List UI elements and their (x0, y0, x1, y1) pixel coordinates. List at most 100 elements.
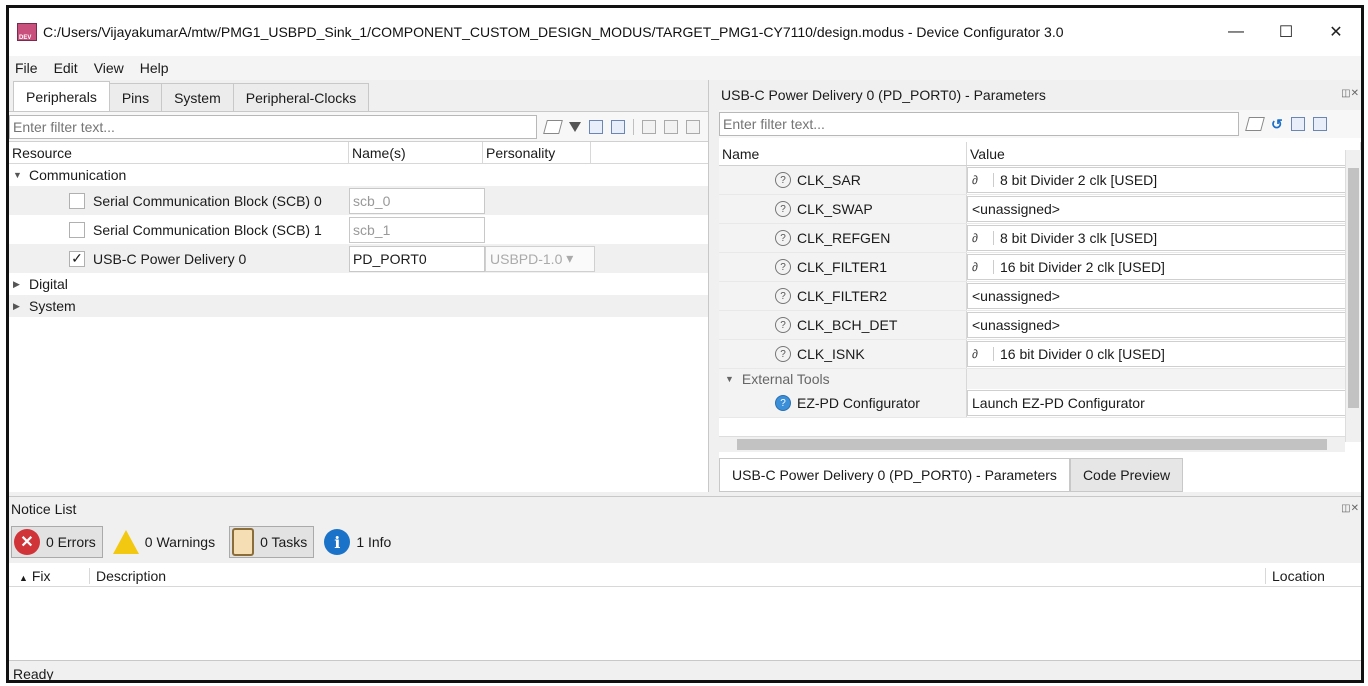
collapse-all-icon[interactable] (1290, 117, 1305, 131)
menu-view[interactable]: View (94, 60, 124, 76)
cut-icon[interactable] (642, 119, 656, 134)
param-row[interactable]: ? EZ-PD Configurator Launch EZ-PD Configu… (719, 389, 1361, 418)
panel-float-close-icon[interactable]: ◫✕ (1341, 88, 1359, 99)
maximize-button[interactable]: ☐ (1261, 8, 1311, 56)
link-icon[interactable]: ∂ (972, 173, 994, 187)
collapsed-arrow-icon[interactable]: ▶ (13, 279, 23, 290)
param-value-select[interactable]: <unassigned>▼ (967, 196, 1361, 222)
personality-column-header[interactable]: Personality (483, 142, 591, 163)
fix-column-header[interactable]: ▲ Fix (9, 568, 89, 584)
scroll-thumb[interactable] (737, 439, 1327, 450)
minimize-button[interactable]: — (1211, 8, 1261, 56)
clear-filter-icon[interactable] (543, 119, 563, 134)
param-value-select[interactable]: ∂8 bit Divider 3 clk [USED]▼ (967, 225, 1361, 251)
help-icon[interactable]: ? (775, 317, 791, 333)
param-row[interactable]: ?CLK_ISNK ∂16 bit Divider 0 clk [USED]▼ (719, 340, 1361, 369)
collapse-all-icon[interactable] (589, 119, 603, 134)
personality-select[interactable]: USBPD-1.0 ▾ (485, 245, 595, 272)
vertical-scrollbar[interactable] (1345, 150, 1361, 442)
param-value-select[interactable]: <unassigned>▼ (967, 312, 1361, 338)
launch-ezpd-button[interactable]: Launch EZ-PD Configurator (967, 390, 1361, 416)
param-value: 8 bit Divider 2 clk [USED] (1000, 172, 1158, 188)
link-icon[interactable]: ∂ (972, 231, 994, 245)
enable-checkbox[interactable] (69, 221, 85, 238)
tab-code-preview[interactable]: Code Preview (1069, 458, 1184, 492)
resource-row[interactable]: Serial Communication Block (SCB) 0 scb_0 (9, 186, 708, 215)
peripherals-panel: Peripherals Pins System Peripheral-Clock… (9, 80, 709, 492)
names-column-header[interactable]: Name(s) (349, 142, 483, 163)
paste-icon[interactable] (686, 119, 700, 134)
enable-checkbox[interactable] (69, 192, 85, 209)
param-value-select[interactable]: <unassigned>▼ (967, 283, 1361, 309)
group-system[interactable]: ▶ System (9, 295, 708, 317)
location-column-header[interactable]: Location (1265, 567, 1361, 584)
tab-parameters[interactable]: USB-C Power Delivery 0 (PD_PORT0) - Para… (719, 458, 1070, 492)
help-icon[interactable]: ? (775, 201, 791, 217)
menu-help[interactable]: Help (140, 60, 169, 76)
expand-arrow-icon[interactable]: ▼ (13, 170, 23, 180)
enable-checkbox[interactable]: ✓ (69, 250, 85, 267)
resource-name-field[interactable]: scb_0 (349, 187, 485, 214)
param-row[interactable]: ? CLK_FILTER1 ∂ 16 bit Divider 2 clk [USED… (719, 253, 1361, 282)
tab-peripherals[interactable]: Peripherals (13, 81, 110, 111)
param-value-column-header[interactable]: Value (967, 142, 1361, 165)
errors-filter-button[interactable]: ✕ 0 Errors (11, 526, 103, 558)
param-value: <unassigned> (972, 201, 1060, 217)
clear-filter-icon[interactable] (1245, 117, 1265, 131)
collapsed-arrow-icon[interactable]: ▶ (13, 301, 23, 312)
tasks-filter-button[interactable]: 0 Tasks (229, 526, 315, 558)
info-filter-button[interactable]: i 1 Info (322, 526, 397, 558)
param-row[interactable]: ? CLK_FILTER2 <unassigned>▼ (719, 282, 1361, 311)
refresh-icon[interactable]: ↺ (1271, 116, 1283, 133)
param-value-select[interactable]: ∂8 bit Divider 2 clk [USED]▼ (967, 167, 1361, 193)
param-row[interactable]: ? CLK_BCH_DET <unassigned>▼ (719, 311, 1361, 340)
tab-peripheral-clocks[interactable]: Peripheral-Clocks (232, 83, 370, 111)
param-value: 16 bit Divider 0 clk [USED] (1000, 346, 1165, 362)
close-button[interactable]: ✕ (1311, 8, 1361, 56)
copy-icon[interactable] (664, 119, 678, 134)
resource-name-field[interactable]: scb_1 (349, 216, 485, 243)
help-icon[interactable]: ? (775, 230, 791, 246)
help-icon[interactable]: ? (775, 346, 791, 362)
parameters-header: Name Value (719, 142, 1361, 166)
param-row[interactable]: ?CLK_SAR ∂8 bit Divider 2 clk [USED]▼ (719, 166, 1361, 195)
link-icon[interactable]: ∂ (972, 347, 994, 361)
param-name-column-header[interactable]: Name (719, 142, 967, 165)
param-row[interactable]: ? CLK_SWAP <unassigned>▼ (719, 195, 1361, 224)
link-icon[interactable]: ∂ (972, 260, 994, 274)
param-name: CLK_BCH_DET (797, 317, 898, 333)
menu-edit[interactable]: Edit (54, 60, 78, 76)
param-value-select[interactable]: ∂16 bit Divider 2 clk [USED]▼ (967, 254, 1361, 280)
param-row[interactable]: ?CLK_REFGEN ∂8 bit Divider 3 clk [USED]▼ (719, 224, 1361, 253)
resource-row[interactable]: Serial Communication Block (SCB) 1 scb_1 (9, 215, 708, 244)
resource-name-field[interactable]: PD_PORT0 (349, 245, 485, 272)
right-filter-input[interactable] (719, 112, 1239, 136)
help-icon[interactable]: ? (775, 395, 791, 411)
filter-icon[interactable] (569, 121, 581, 132)
panel-float-close-icon[interactable]: ◫✕ (1341, 503, 1359, 514)
description-column-header[interactable]: Description (89, 567, 1265, 584)
menu-file[interactable]: File (15, 60, 38, 76)
scroll-thumb[interactable] (1348, 168, 1359, 408)
resource-column-header[interactable]: Resource (9, 142, 349, 163)
help-icon[interactable]: ? (775, 288, 791, 304)
expand-arrow-icon[interactable]: ▼ (725, 374, 734, 384)
notice-filter-bar: ✕ 0 Errors 0 Warnings 0 Tasks i 1 Info (9, 521, 1361, 563)
group-digital[interactable]: ▶ Digital (9, 273, 708, 295)
help-icon[interactable]: ? (775, 259, 791, 275)
right-filter-row: ↺ (719, 110, 1361, 138)
expand-all-icon[interactable] (1312, 117, 1327, 131)
tab-pins[interactable]: Pins (108, 83, 163, 111)
warnings-filter-button[interactable]: 0 Warnings (111, 526, 221, 558)
param-value-select[interactable]: ∂16 bit Divider 0 clk [USED]▼ (967, 341, 1361, 367)
section-external-tools[interactable]: ▼ External Tools (719, 369, 1361, 389)
section-label: External Tools (741, 371, 830, 387)
left-filter-input[interactable] (9, 114, 537, 139)
horizontal-scrollbar[interactable] (719, 436, 1345, 452)
group-communication[interactable]: ▼ Communication (9, 164, 708, 186)
tab-system[interactable]: System (161, 83, 234, 111)
resource-row[interactable]: ✓ USB-C Power Delivery 0 PD_PORT0 USBPD-… (9, 244, 708, 273)
warning-icon (112, 530, 139, 554)
expand-all-icon[interactable] (611, 119, 625, 134)
help-icon[interactable]: ? (775, 172, 791, 188)
